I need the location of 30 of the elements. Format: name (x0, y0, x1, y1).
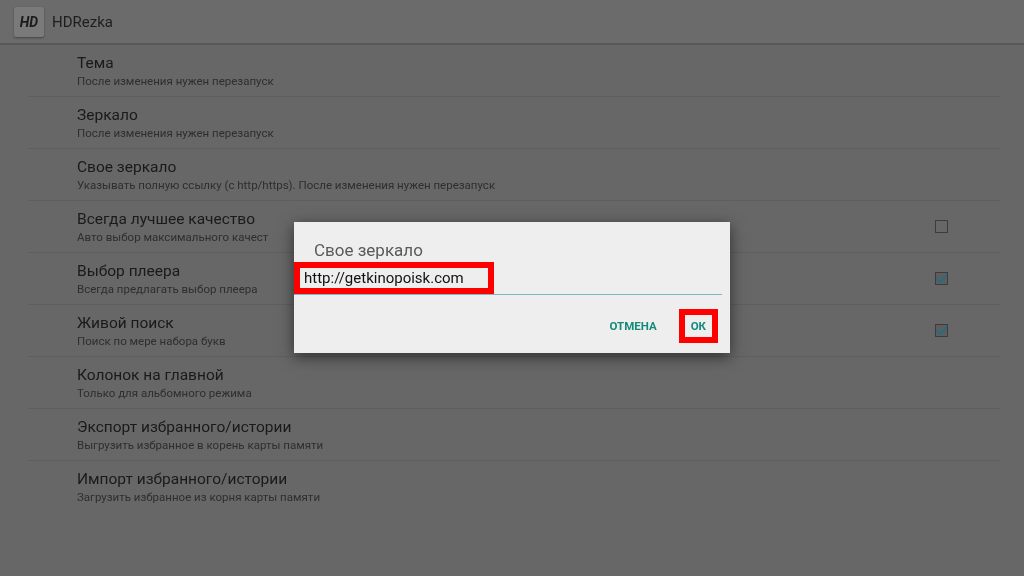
checkbox[interactable] (935, 324, 948, 337)
checkbox[interactable] (935, 220, 948, 233)
setting-title: Живой поиск (77, 313, 174, 332)
setting-title: Свое зеркало (77, 157, 177, 176)
setting-description: Только для альбомного режима (77, 385, 252, 400)
app-title: HDRezka (52, 12, 113, 31)
app-logo: HD (14, 6, 44, 37)
setting-title: Колонок на главной (77, 365, 224, 384)
settings-item[interactable]: Тема После изменения нужен перезапуск (28, 45, 1000, 97)
checkbox[interactable] (935, 272, 948, 285)
dialog-button[interactable]: ОК (678, 309, 718, 343)
setting-description: Загрузить избранное из корня карты памяти (77, 490, 321, 504)
setting-description: После изменения нужен перезапуск (77, 73, 274, 88)
setting-title: Зеркало (77, 105, 138, 124)
settings-item[interactable]: Экспорт избранного/истории Выгрузить избранное в корень карты памяти (28, 409, 1000, 461)
settings-item[interactable]: Импорт избранного/истории Загрузить избранное из корня карты памяти (28, 461, 1000, 513)
setting-title: Выбор плеера (77, 261, 181, 280)
setting-title: Импорт избранного/истории (77, 470, 288, 488)
input-field[interactable]: http://getkinopoisk.com (294, 262, 494, 294)
setting-title: Тема (77, 53, 114, 72)
setting-description: Авто выбор максимального качест (77, 229, 269, 244)
setting-title: Экспорт избранного/истории (77, 417, 292, 436)
setting-description: Всегда предлагать выбор плеера (77, 281, 258, 296)
dialog-title: Свое зеркало (313, 240, 424, 260)
dialog-button[interactable]: ОТМЕНА (597, 309, 669, 343)
setting-title: Всегда лучшее качество (77, 209, 255, 228)
settings-item[interactable]: Колонок на главной Только для альбомного режима (28, 357, 1000, 409)
setting-description: Выгрузить избранное в корень карты памяти (77, 437, 324, 452)
settings-item[interactable]: Зеркало После изменения нужен перезапуск (28, 97, 1000, 149)
setting-description: После изменения нужен перезапуск (77, 125, 274, 140)
